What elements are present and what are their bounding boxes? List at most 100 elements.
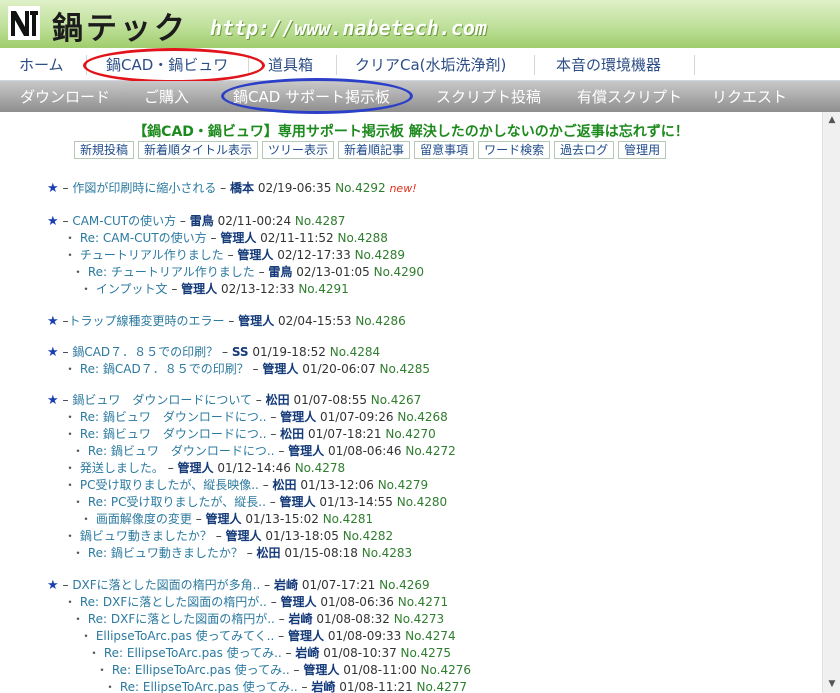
nav-clear-ca[interactable]: クリアCa(水垢洗浄剤): [355, 48, 506, 80]
thread-reply: ・ Re: CAM-CUTの使い方 – 管理人 02/11-11:52 No.4…: [64, 231, 388, 245]
toolbar-new-post-button[interactable]: 新規投稿: [74, 141, 135, 159]
post-date: 02/11-11:52: [260, 231, 334, 245]
nav-toolbox[interactable]: 道具箱: [268, 48, 313, 80]
post-number[interactable]: No.4283: [362, 546, 412, 560]
post-author: 管理人: [279, 495, 316, 509]
post-subject[interactable]: Re: チュートリアル作りました: [88, 265, 255, 279]
post-subject[interactable]: トラップ線種変更時のエラー: [68, 314, 224, 328]
subnav-script-post[interactable]: スクリプト投稿: [436, 81, 541, 112]
toolbar-title-list-button[interactable]: 新着順タイトル表示: [138, 141, 259, 159]
post-number[interactable]: No.4291: [298, 282, 348, 296]
post-author: 管理人: [280, 595, 317, 609]
toolbar-admin-button[interactable]: 管理用: [618, 141, 667, 159]
subnav-support-board[interactable]: 鍋CAD サポート掲示板: [233, 81, 390, 112]
post-number[interactable]: No.4279: [378, 478, 428, 492]
scroll-up-arrow-icon[interactable]: ▲: [823, 112, 840, 129]
post-number[interactable]: No.4292: [335, 181, 385, 195]
post-author: 管理人: [303, 663, 340, 677]
thread-reply: ・ 発送しました。 – 管理人 01/12-14:46 No.4278: [64, 461, 346, 475]
post-author: SS: [231, 345, 249, 359]
post-author: 雷鳥: [189, 214, 214, 228]
post-date: 01/19-18:52: [252, 345, 326, 359]
post-number[interactable]: No.4271: [398, 595, 448, 609]
post-subject[interactable]: Re: EllipseToArc.pas 使ってみ..: [112, 663, 290, 677]
post-number[interactable]: No.4280: [397, 495, 447, 509]
post-number[interactable]: No.4276: [421, 663, 471, 677]
post-subject[interactable]: 鍋ビュワ ダウンロードについて: [72, 393, 252, 407]
site-logo-text[interactable]: 鍋テック: [52, 3, 188, 48]
post-subject[interactable]: Re: CAM-CUTの使い方: [80, 231, 207, 245]
post-author: 管理人: [220, 231, 257, 245]
toolbar-word-search-button[interactable]: ワード検索: [478, 141, 551, 159]
toolbar-notes-button[interactable]: 留意事項: [414, 141, 475, 159]
post-date: 01/08-11:21: [339, 680, 413, 693]
post-number[interactable]: No.4281: [323, 512, 373, 526]
post-author: 松田: [265, 393, 290, 407]
subnav-request[interactable]: リクエスト: [712, 81, 787, 112]
post-number[interactable]: No.4272: [405, 444, 455, 458]
post-number[interactable]: No.4282: [343, 529, 393, 543]
post-number[interactable]: No.4287: [295, 214, 345, 228]
post-number[interactable]: No.4273: [394, 612, 444, 626]
subnav-purchase[interactable]: ご購入: [144, 81, 189, 112]
post-number[interactable]: No.4270: [385, 427, 435, 441]
post-subject[interactable]: 鍋CAD７．８５での印刷？: [72, 345, 218, 359]
vertical-scrollbar[interactable]: ▲ ▼: [822, 112, 840, 693]
nav-divider: [534, 55, 535, 75]
post-subject[interactable]: Re: EllipseToArc.pas 使ってみ..: [120, 680, 298, 693]
post-subject[interactable]: チュートリアル作りました: [80, 248, 224, 262]
thread-root: ★ – 鍋ビュワ ダウンロードについて – 松田 01/07-08:55 No.…: [47, 393, 422, 408]
post-number[interactable]: No.4286: [355, 314, 405, 328]
post-subject[interactable]: EllipseToArc.pas 使ってみてく..: [96, 629, 274, 643]
scroll-down-arrow-icon[interactable]: ▼: [823, 676, 840, 693]
post-subject[interactable]: 作図が印刷時に縮小される: [72, 181, 216, 195]
post-subject[interactable]: PC受け取りましたが、縦長映像..: [80, 478, 259, 492]
scroll-thumb[interactable]: [826, 129, 838, 149]
post-subject[interactable]: Re: DXFに落とした図面の楕円が..: [88, 612, 275, 626]
post-subject[interactable]: 画面解像度の変更: [96, 512, 192, 526]
subnav-paid-scripts[interactable]: 有償スクリプト: [577, 81, 682, 112]
nav-home[interactable]: ホーム: [19, 48, 64, 80]
post-date: 02/19-06:35: [257, 181, 332, 195]
nav-nabecad[interactable]: 鍋CAD・鍋ビュワ: [106, 48, 228, 80]
toolbar-past-log-button[interactable]: 過去ログ: [554, 141, 615, 159]
post-number[interactable]: No.4285: [380, 362, 430, 376]
post-number[interactable]: No.4288: [337, 231, 387, 245]
post-subject[interactable]: Re: PC受け取りましたが、縦長..: [88, 495, 266, 509]
post-date: 01/07-17:21: [301, 578, 376, 592]
post-date: 01/08-06:36: [320, 595, 394, 609]
post-number[interactable]: No.4289: [355, 248, 405, 262]
thread-reply: ・ Re: チュートリアル作りました – 雷鳥 02/13-01:05 No.4…: [72, 265, 425, 279]
post-date: 01/08-11:00: [343, 663, 417, 677]
post-subject[interactable]: Re: 鍋ビュワ ダウンロードにつ..: [80, 410, 267, 424]
toolbar-new-articles-button[interactable]: 新着順記事: [338, 141, 411, 159]
post-number[interactable]: No.4268: [397, 410, 447, 424]
post-subject[interactable]: DXFに落とした図面の楕円が多角..: [72, 578, 260, 592]
post-subject[interactable]: Re: 鍋ビュワ ダウンロードにつ..: [80, 427, 267, 441]
nav-divider: [336, 55, 337, 75]
post-number[interactable]: No.4274: [405, 629, 455, 643]
post-subject[interactable]: Re: 鍋CAD７．８５での印刷？: [80, 362, 249, 376]
nav-eco-devices[interactable]: 本音の環境機器: [556, 48, 661, 80]
post-subject[interactable]: インプット文: [96, 282, 168, 296]
post-number[interactable]: No.4284: [330, 345, 380, 359]
post-subject[interactable]: 発送しました。: [80, 461, 164, 475]
post-subject[interactable]: Re: EllipseToArc.pas 使ってみ..: [104, 646, 282, 660]
post-number[interactable]: No.4277: [417, 680, 467, 693]
post-number[interactable]: No.4275: [401, 646, 451, 660]
post-date: 01/07-08:55: [293, 393, 367, 407]
post-number[interactable]: No.4269: [379, 578, 429, 592]
bullet-icon: ・: [104, 680, 117, 693]
post-subject[interactable]: Re: 鍋ビュワ動きましたか？: [88, 546, 243, 560]
bullet-icon: ・: [64, 362, 77, 376]
post-number[interactable]: No.4290: [374, 265, 424, 279]
post-subject[interactable]: CAM-CUTの使い方: [72, 214, 176, 228]
post-number[interactable]: No.4267: [371, 393, 421, 407]
post-subject[interactable]: 鍋ビュワ動きましたか？: [80, 529, 212, 543]
toolbar-tree-view-button[interactable]: ツリー表示: [262, 141, 335, 159]
post-subject[interactable]: Re: 鍋ビュワ ダウンロードにつ..: [88, 444, 275, 458]
bullet-icon: ・: [64, 461, 77, 475]
subnav-download[interactable]: ダウンロード: [20, 81, 110, 112]
post-number[interactable]: No.4278: [295, 461, 345, 475]
post-subject[interactable]: Re: DXFに落とした図面の楕円が..: [80, 595, 267, 609]
